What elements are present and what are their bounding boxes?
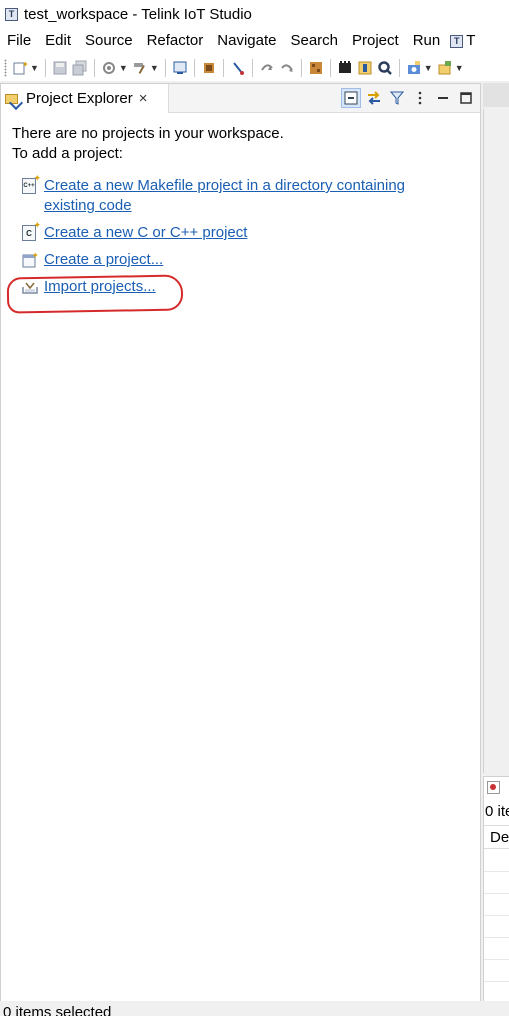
close-icon[interactable]: ×	[139, 90, 148, 107]
debug-icon[interactable]	[229, 59, 247, 77]
c-project-row: C ✦ Create a new C or C++ project	[22, 220, 247, 243]
makefile-project-link[interactable]: Create a new Makefile project in a direc…	[44, 176, 405, 216]
link-with-editor-icon[interactable]	[364, 88, 384, 108]
app-icon: T	[5, 7, 18, 21]
view-tab-bar: Project Explorer ×	[1, 84, 480, 113]
telink-menu-icon: T	[450, 34, 464, 48]
table-row	[484, 871, 509, 894]
new-icon[interactable]: ✦	[11, 59, 29, 77]
search-icon[interactable]	[376, 59, 394, 77]
settings-dropdown-icon[interactable]: ▼	[119, 63, 128, 73]
table-row	[484, 915, 509, 938]
view-actions	[338, 88, 476, 108]
build-icon[interactable]	[131, 59, 149, 77]
maximize-icon[interactable]	[456, 88, 476, 108]
console-icon[interactable]	[171, 59, 189, 77]
save-icon[interactable]	[51, 59, 69, 77]
new-dropdown-icon[interactable]: ▼	[30, 63, 39, 73]
menu-bar: File Edit Source Refactor Navigate Searc…	[0, 28, 509, 54]
project-explorer-body: There are no projects in your workspace.…	[1, 113, 480, 1007]
toolbar-separator	[222, 58, 224, 77]
toolbar-grip[interactable]	[4, 58, 7, 77]
table-row	[484, 893, 509, 916]
table-row	[484, 959, 509, 982]
board-icon[interactable]	[307, 59, 325, 77]
svg-text:✦: ✦	[32, 252, 38, 260]
save-all-icon[interactable]	[71, 59, 89, 77]
menu-run[interactable]: Run	[406, 28, 448, 54]
settings-icon[interactable]	[100, 59, 118, 77]
minimize-icon[interactable]	[433, 88, 453, 108]
bug-icon[interactable]	[356, 59, 374, 77]
items-count: 0 ite	[485, 803, 509, 820]
toolbar-separator	[164, 58, 166, 77]
create-project-link[interactable]: Create a project...	[44, 250, 163, 270]
project-explorer-view: Project Explorer × There are no projects…	[0, 83, 481, 1008]
extension-icon[interactable]	[436, 59, 454, 77]
toolbar-separator	[44, 58, 46, 77]
window-title: test_workspace - Telink IoT Studio	[24, 5, 252, 23]
new-project-icon: ✦	[22, 251, 39, 268]
step-icon[interactable]	[258, 59, 276, 77]
title-bar: T test_workspace - Telink IoT Studio	[0, 0, 509, 28]
toolbar-separator	[398, 58, 400, 77]
makefile-project-icon: C++ ✦	[22, 173, 41, 194]
menu-source[interactable]: Source	[78, 28, 140, 54]
build-dropdown-icon[interactable]: ▼	[150, 63, 159, 73]
camera-icon[interactable]	[405, 59, 423, 77]
c-project-icon: C ✦	[22, 220, 41, 241]
chip-icon[interactable]	[200, 59, 218, 77]
flash-icon[interactable]	[336, 59, 354, 77]
extension-dropdown-icon[interactable]: ▼	[455, 63, 464, 73]
tab-label: Project Explorer	[26, 90, 133, 107]
empty-workspace-message: There are no projects in your workspace.	[12, 125, 284, 142]
toolbar-separator	[93, 58, 95, 77]
filter-icon[interactable]	[387, 88, 407, 108]
problems-icon[interactable]	[487, 781, 500, 794]
menu-search[interactable]: Search	[283, 28, 345, 54]
toolbar-separator	[193, 58, 195, 77]
red-annotation-circle	[6, 274, 184, 314]
tab-project-explorer[interactable]: Project Explorer ×	[1, 84, 169, 113]
problems-panel: 0 ite De	[483, 776, 509, 1009]
collapse-all-icon[interactable]	[341, 88, 361, 108]
menu-file[interactable]: File	[0, 28, 38, 54]
menu-edit[interactable]: Edit	[38, 28, 78, 54]
svg-text:✦: ✦	[22, 60, 28, 69]
table-row	[484, 849, 509, 872]
status-bar: 0 items selected	[0, 1001, 509, 1016]
c-project-link[interactable]: Create a new C or C++ project	[44, 223, 247, 243]
table-row	[484, 937, 509, 960]
step-over-icon[interactable]	[278, 59, 296, 77]
main-toolbar: ✦ ▼ ▼ ▼ ▼ ▼	[0, 54, 509, 81]
editor-area	[483, 109, 509, 773]
menu-project[interactable]: Project	[345, 28, 406, 54]
editor-tab-area	[483, 83, 509, 107]
project-explorer-icon	[5, 92, 21, 105]
toolbar-separator	[329, 58, 331, 77]
menu-overflow[interactable]: T T	[447, 28, 475, 54]
create-project-row: ✦ Create a project...	[22, 250, 163, 270]
camera-dropdown-icon[interactable]: ▼	[424, 63, 433, 73]
menu-navigate[interactable]: Navigate	[210, 28, 283, 54]
view-menu-icon[interactable]	[410, 88, 430, 108]
makefile-project-row: C++ ✦ Create a new Makefile project in a…	[22, 173, 405, 216]
menu-refactor[interactable]: Refactor	[140, 28, 211, 54]
toolbar-separator	[251, 58, 253, 77]
workbench: Project Explorer × There are no projects…	[0, 81, 509, 1016]
description-column-header[interactable]: De	[484, 825, 509, 849]
toolbar-separator	[300, 58, 302, 77]
add-project-hint: To add a project:	[12, 145, 123, 162]
